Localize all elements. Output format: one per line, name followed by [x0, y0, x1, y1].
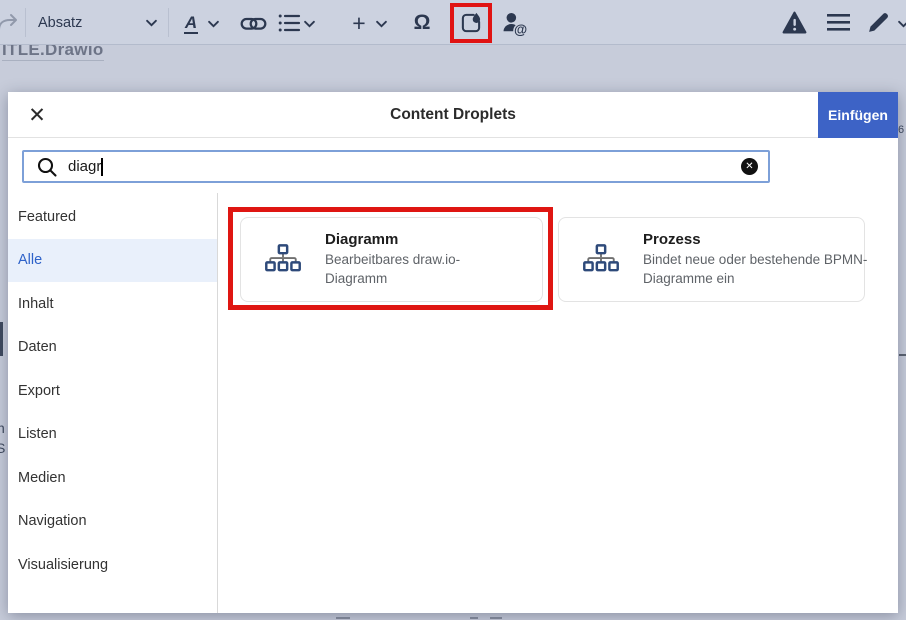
- close-icon: ✕: [28, 103, 46, 127]
- warning-button[interactable]: [780, 9, 808, 35]
- content-droplets-dialog: Content Droplets ✕ Einfügen diagr ✕ Feat…: [8, 92, 898, 613]
- insert-plus-button[interactable]: +: [346, 9, 372, 37]
- sidebar-item-label: Export: [18, 382, 60, 399]
- redo-icon: [0, 14, 17, 31]
- sidebar-item-inhalt[interactable]: Inhalt: [8, 282, 217, 326]
- dialog-header: Content Droplets ✕: [8, 92, 898, 138]
- link-button[interactable]: [238, 9, 268, 37]
- warning-icon: [782, 11, 806, 33]
- bullet-list-button[interactable]: [276, 10, 302, 36]
- insert-dropdown[interactable]: [374, 18, 388, 30]
- pencil-icon: [868, 12, 888, 32]
- card-description: Bearbeitbares draw.io-Diagramm: [325, 251, 461, 286]
- search-icon: [37, 157, 57, 177]
- sidebar-item-label: Navigation: [18, 513, 87, 530]
- font-color-icon: A: [183, 12, 199, 34]
- insert-button[interactable]: Einfügen: [818, 92, 898, 138]
- sidebar-item-label: Alle: [18, 252, 43, 269]
- svg-text:@: @: [513, 21, 526, 35]
- category-sidebar: Featured Alle Inhalt Daten Export Listen…: [8, 195, 217, 587]
- insert-button-label: Einfügen: [828, 107, 888, 123]
- sidebar-item-label: Daten: [18, 339, 57, 356]
- card-description: Bindet neue oder bestehende BPMN-Diagram…: [643, 251, 868, 286]
- menu-button[interactable]: [824, 11, 852, 34]
- sidebar-item-label: Visualisierung: [18, 556, 109, 573]
- paragraph-style-dropdown[interactable]: Absatz: [26, 0, 168, 45]
- sidebar-item-label: Inhalt: [18, 295, 54, 312]
- card-text: Prozess Bindet neue oder bestehende BPMN…: [643, 231, 881, 289]
- sidebar-item-label: Listen: [18, 426, 57, 443]
- sidebar-divider: [217, 193, 218, 613]
- droplet-card-diagramm[interactable]: Diagramm Bearbeitbares draw.io-Diagramm: [240, 217, 543, 302]
- redo-button[interactable]: [0, 10, 21, 36]
- close-button[interactable]: ✕: [22, 101, 52, 129]
- card-title: Diagramm: [325, 230, 399, 248]
- search-input[interactable]: diagr ✕: [22, 150, 770, 183]
- dialog-title: Content Droplets: [390, 106, 516, 123]
- card-text: Diagramm Bearbeitbares draw.io-Diagramm: [325, 231, 497, 289]
- sidebar-item-visualisierung[interactable]: Visualisierung: [8, 543, 217, 587]
- edit-mode-button[interactable]: [864, 8, 892, 36]
- org-chart-icon: [583, 243, 619, 271]
- user-mention-icon: @: [503, 12, 528, 36]
- background-fragment-text: S: [0, 440, 6, 456]
- bullet-list-icon: [278, 14, 301, 32]
- paragraph-style-label: Absatz: [38, 14, 83, 31]
- text-cursor: [101, 157, 103, 176]
- background-fragment-text: n: [0, 420, 5, 436]
- sidebar-item-label: Medien: [18, 469, 66, 486]
- font-color-dropdown[interactable]: [206, 18, 220, 30]
- background-fragment-bar: [0, 322, 3, 356]
- sidebar-item-alle[interactable]: Alle: [8, 238, 217, 282]
- org-chart-icon: [265, 243, 301, 271]
- sidebar-item-medien[interactable]: Medien: [8, 456, 217, 500]
- clear-search-button[interactable]: ✕: [741, 158, 758, 175]
- list-dropdown[interactable]: [302, 18, 316, 30]
- chevron-down-icon: [303, 20, 315, 28]
- toolbar-separator: [168, 8, 169, 37]
- mention-button[interactable]: @: [500, 8, 530, 37]
- editor-toolbar: Absatz A + Ω @: [0, 0, 906, 45]
- card-title: Prozess: [643, 230, 701, 248]
- background-fragment-dash: [470, 617, 478, 619]
- chevron-down-icon: [207, 20, 219, 28]
- clear-icon: ✕: [745, 161, 754, 172]
- background-fragment-tick: [899, 354, 906, 356]
- sidebar-item-daten[interactable]: Daten: [8, 326, 217, 370]
- annotation-red-box-toolbar: [450, 3, 492, 43]
- droplet-card-prozess[interactable]: Prozess Bindet neue oder bestehende BPMN…: [558, 217, 867, 302]
- chevron-down-icon: [897, 20, 906, 28]
- link-icon: [240, 17, 266, 30]
- background-fragment-dash: [336, 617, 350, 619]
- sidebar-item-listen[interactable]: Listen: [8, 413, 217, 457]
- special-character-button[interactable]: Ω: [408, 9, 436, 37]
- sidebar-item-export[interactable]: Export: [8, 369, 217, 413]
- sidebar-item-navigation[interactable]: Navigation: [8, 500, 217, 544]
- background-fragment-dash: [490, 617, 502, 619]
- chevron-down-icon: [375, 20, 387, 28]
- sidebar-item-featured[interactable]: Featured: [8, 195, 217, 239]
- omega-icon: Ω: [413, 11, 431, 34]
- chevron-down-icon: [146, 19, 157, 27]
- hamburger-menu-icon: [826, 14, 850, 31]
- sidebar-item-label: Featured: [18, 208, 77, 225]
- search-value: diagr: [68, 158, 102, 175]
- edit-mode-dropdown[interactable]: [897, 18, 906, 30]
- screen: ITLE.Drawio n S 6 Absatz A + Ω @ Content…: [0, 0, 906, 620]
- plus-icon: +: [352, 10, 366, 36]
- background-fragment-text: 6: [898, 124, 905, 136]
- font-color-button[interactable]: A: [178, 10, 204, 36]
